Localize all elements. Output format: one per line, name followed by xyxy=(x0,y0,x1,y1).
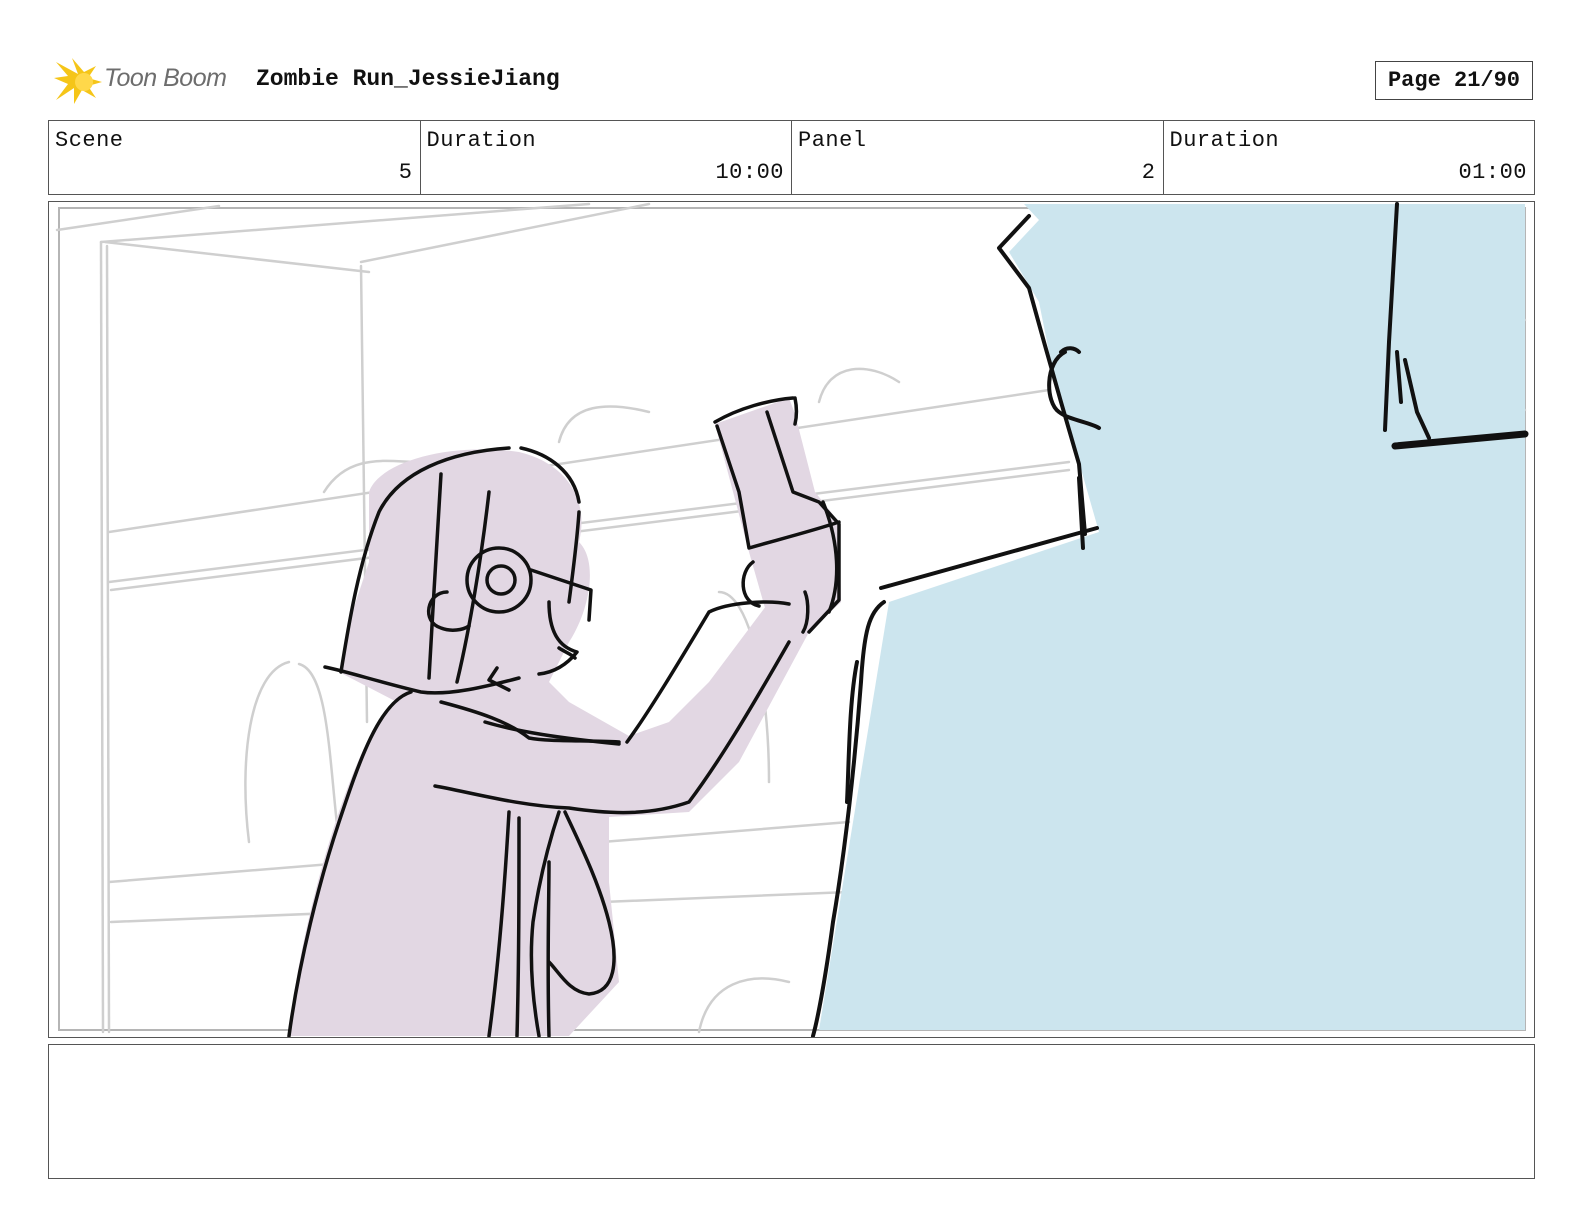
panel-duration-label: Duration xyxy=(1169,128,1280,153)
storyboard-panel xyxy=(48,201,1535,1038)
page-indicator: Page 21/90 xyxy=(1375,61,1533,100)
storyboard-sketch-image xyxy=(55,202,1529,1037)
scene-duration-cell: Duration 10:00 xyxy=(421,121,792,194)
scene-duration-value: 10:00 xyxy=(715,160,784,185)
starburst-logo-icon xyxy=(54,58,102,104)
panel-label: Panel xyxy=(798,128,867,153)
scene-duration-label: Duration xyxy=(426,128,537,153)
panel-cell: Panel 2 xyxy=(792,121,1164,194)
scene-info-row: Scene 5 Duration 10:00 Panel 2 Duration … xyxy=(48,120,1535,195)
panel-value: 2 xyxy=(1141,160,1156,185)
scene-cell: Scene 5 xyxy=(49,121,421,194)
scene-value: 5 xyxy=(398,160,413,185)
brand-name: Toon Boom xyxy=(104,64,227,92)
panel-duration-value: 01:00 xyxy=(1458,160,1527,185)
project-title: Zombie Run_JessieJiang xyxy=(256,66,560,92)
panel-notes-area xyxy=(48,1044,1535,1179)
scene-label: Scene xyxy=(55,128,124,153)
panel-duration-cell: Duration 01:00 xyxy=(1164,121,1535,194)
